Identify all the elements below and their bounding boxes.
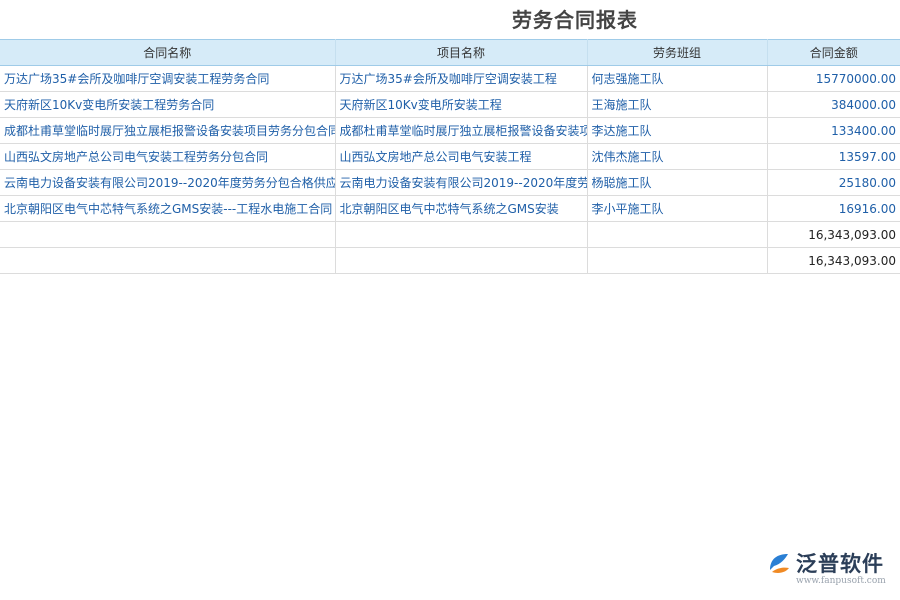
labor-team-cell[interactable]: 杨聪施工队	[587, 170, 767, 196]
table-header-row: 合同名称 项目名称 劳务班组 合同金额	[0, 40, 900, 66]
total-amount-cell: 16,343,093.00	[767, 248, 900, 274]
brand-logo-icon	[766, 550, 792, 576]
brand-name: 泛普软件	[796, 548, 884, 578]
project-name-cell[interactable]: 云南电力设备安装有限公司2019--2020年度劳务分包合格供应商选	[335, 170, 587, 196]
contract-amount-cell[interactable]: 13597.00	[767, 144, 900, 170]
column-header-labor-team[interactable]: 劳务班组	[587, 40, 767, 66]
column-header-contract-name[interactable]: 合同名称	[0, 40, 335, 66]
contract-name-cell[interactable]: 天府新区10Kv变电所安装工程劳务合同	[0, 92, 335, 118]
contract-amount-cell[interactable]: 384000.00	[767, 92, 900, 118]
table-row[interactable]: 天府新区10Kv变电所安装工程劳务合同 天府新区10Kv变电所安装工程 王海施工…	[0, 92, 900, 118]
subtotal-row: 16,343,093.00	[0, 222, 900, 248]
total-row: 16,343,093.00	[0, 248, 900, 274]
contract-name-cell[interactable]: 成都杜甫草堂临时展厅独立展柜报警设备安装项目劳务分包合同	[0, 118, 335, 144]
contract-name-cell[interactable]: 万达广场35#会所及咖啡厅空调安装工程劳务合同	[0, 66, 335, 92]
table-row[interactable]: 万达广场35#会所及咖啡厅空调安装工程劳务合同 万达广场35#会所及咖啡厅空调安…	[0, 66, 900, 92]
table-row[interactable]: 云南电力设备安装有限公司2019--2020年度劳务分包合格供应商选 云南电力设…	[0, 170, 900, 196]
contract-report-table: 合同名称 项目名称 劳务班组 合同金额 万达广场35#会所及咖啡厅空调安装工程劳…	[0, 39, 900, 274]
brand-url: www.fanpusoft.com	[796, 576, 886, 586]
labor-team-cell[interactable]: 李达施工队	[587, 118, 767, 144]
table-row[interactable]: 北京朝阳区电气中芯特气系统之GMS安装---工程水电施工合同 北京朝阳区电气中芯…	[0, 196, 900, 222]
contract-amount-cell[interactable]: 15770000.00	[767, 66, 900, 92]
table-row[interactable]: 山西弘文房地产总公司电气安装工程劳务分包合同 山西弘文房地产总公司电气安装工程 …	[0, 144, 900, 170]
subtotal-amount-cell: 16,343,093.00	[767, 222, 900, 248]
empty-cell	[0, 248, 335, 274]
project-name-cell[interactable]: 北京朝阳区电气中芯特气系统之GMS安装	[335, 196, 587, 222]
page-title: 劳务合同报表	[0, 4, 900, 33]
project-name-cell[interactable]: 天府新区10Kv变电所安装工程	[335, 92, 587, 118]
empty-cell	[587, 222, 767, 248]
empty-cell	[0, 222, 335, 248]
project-name-cell[interactable]: 万达广场35#会所及咖啡厅空调安装工程	[335, 66, 587, 92]
labor-team-cell[interactable]: 何志强施工队	[587, 66, 767, 92]
contract-name-cell[interactable]: 云南电力设备安装有限公司2019--2020年度劳务分包合格供应商选	[0, 170, 335, 196]
labor-team-cell[interactable]: 王海施工队	[587, 92, 767, 118]
project-name-cell[interactable]: 成都杜甫草堂临时展厅独立展柜报警设备安装项目	[335, 118, 587, 144]
contract-amount-cell[interactable]: 25180.00	[767, 170, 900, 196]
contract-amount-cell[interactable]: 16916.00	[767, 196, 900, 222]
labor-team-cell[interactable]: 李小平施工队	[587, 196, 767, 222]
project-name-cell[interactable]: 山西弘文房地产总公司电气安装工程	[335, 144, 587, 170]
column-header-project-name[interactable]: 项目名称	[335, 40, 587, 66]
contract-name-cell[interactable]: 北京朝阳区电气中芯特气系统之GMS安装---工程水电施工合同	[0, 196, 335, 222]
column-header-contract-amount[interactable]: 合同金额	[767, 40, 900, 66]
empty-cell	[335, 248, 587, 274]
labor-team-cell[interactable]: 沈伟杰施工队	[587, 144, 767, 170]
contract-amount-cell[interactable]: 133400.00	[767, 118, 900, 144]
empty-cell	[335, 222, 587, 248]
table-row[interactable]: 成都杜甫草堂临时展厅独立展柜报警设备安装项目劳务分包合同 成都杜甫草堂临时展厅独…	[0, 118, 900, 144]
brand-watermark: 泛普软件 www.fanpusoft.com	[766, 548, 890, 592]
contract-name-cell[interactable]: 山西弘文房地产总公司电气安装工程劳务分包合同	[0, 144, 335, 170]
empty-cell	[587, 248, 767, 274]
